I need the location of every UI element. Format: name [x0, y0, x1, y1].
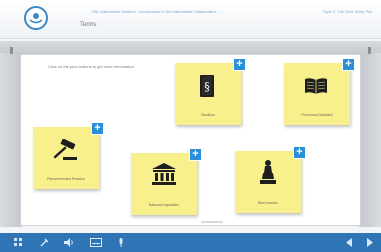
microphone-icon[interactable]	[118, 238, 124, 247]
content-frame-left	[0, 53, 22, 227]
plus-button[interactable]: +	[91, 122, 104, 135]
note-label: National Legislation	[148, 203, 180, 207]
note-label: Sandbox	[201, 113, 215, 117]
page-title: Terms	[80, 22, 97, 28]
note-label: Best practice	[257, 201, 279, 205]
note-label: Functional Standard	[301, 113, 333, 117]
instruction-text: Click on the plus buttons to get more in…	[48, 64, 135, 69]
captions-icon[interactable]	[90, 238, 102, 247]
plus-button[interactable]: +	[189, 148, 202, 161]
note-label: Recommended Practice	[47, 177, 85, 181]
gavel-icon	[51, 138, 79, 166]
open-book-icon	[304, 77, 328, 100]
note-functional-standard: Functional Standard +	[284, 58, 355, 125]
plus-button[interactable]: +	[233, 58, 246, 71]
government-building-icon	[152, 163, 176, 190]
award-icon	[260, 159, 276, 190]
frame-clip-right	[368, 47, 371, 54]
note-sandbox: § Sandbox +	[175, 58, 246, 125]
top-header: PAL Nationwide Sentinel - Introduction t…	[0, 0, 381, 39]
volume-icon[interactable]	[64, 238, 74, 247]
section-book-icon: §	[199, 75, 215, 102]
note-national-legislation: National Legislation +	[131, 148, 202, 215]
svg-text:§: §	[204, 80, 210, 93]
note-recommended-practice: Recommended Practice +	[33, 122, 104, 189]
plus-button[interactable]: +	[293, 146, 306, 159]
note-best-practice: Best practice +	[235, 146, 306, 213]
bottom-toolbar	[0, 233, 381, 252]
scroll-indicator	[201, 221, 223, 223]
topic-title: Topic 2: The Role of the PAL	[322, 9, 373, 14]
content-canvas: Click on the plus buttons to get more in…	[20, 54, 361, 226]
course-title: PAL Nationwide Sentinel - Introduction t…	[92, 9, 221, 14]
content-frame-right	[359, 53, 381, 227]
plus-button[interactable]: +	[342, 58, 355, 71]
grid-icon[interactable]	[14, 238, 23, 247]
settings-icon[interactable]	[40, 238, 49, 247]
next-icon[interactable]	[366, 238, 373, 247]
frame-clip-left	[10, 47, 13, 54]
logo-icon	[24, 6, 48, 30]
previous-icon[interactable]	[346, 238, 353, 247]
